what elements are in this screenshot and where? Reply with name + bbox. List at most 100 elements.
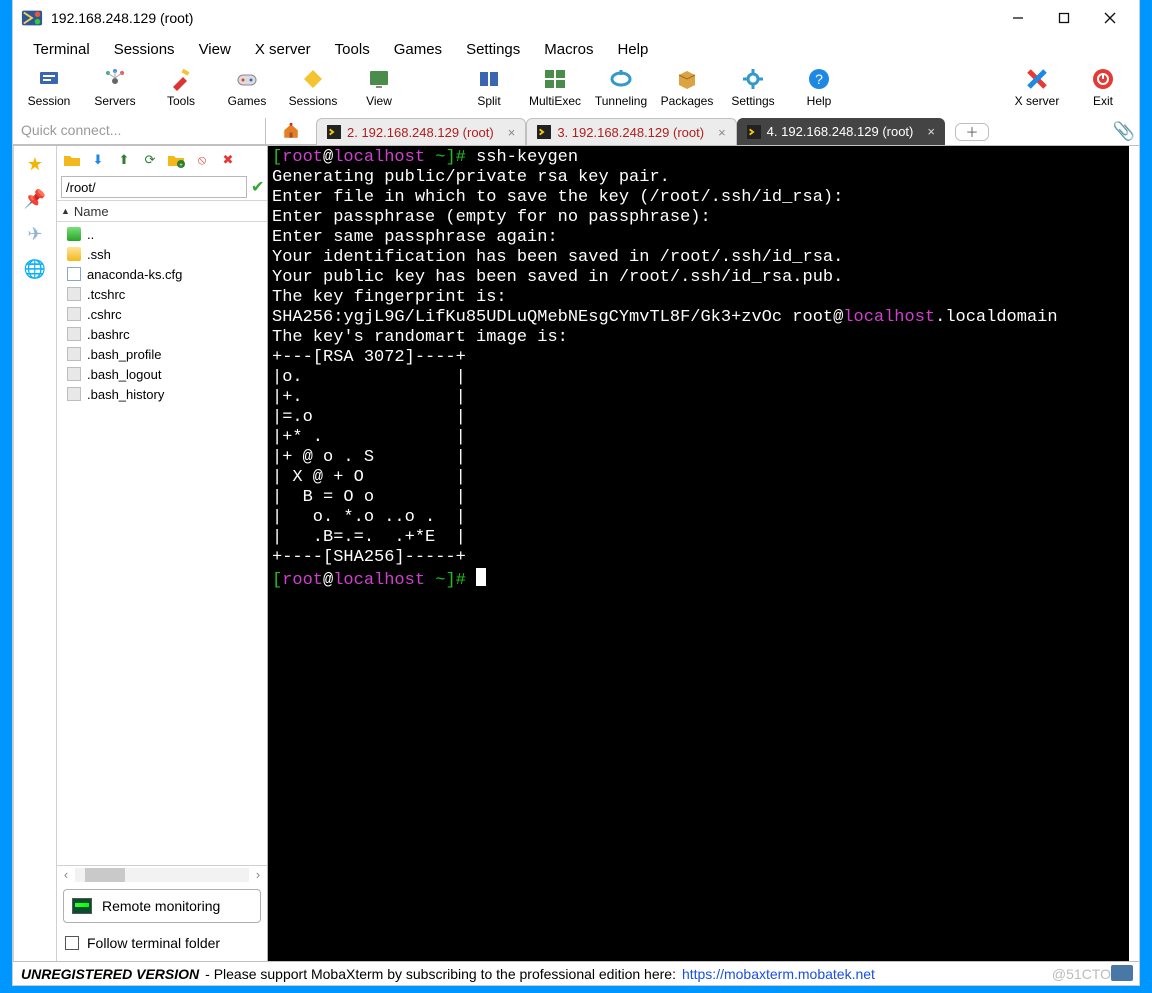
- tool-exit[interactable]: Exit: [1077, 66, 1129, 108]
- title-bar: 192.168.248.129 (root): [13, 0, 1139, 36]
- menu-settings[interactable]: Settings: [456, 39, 530, 60]
- tool-help[interactable]: ?Help: [793, 66, 845, 108]
- tab-close-icon[interactable]: ×: [718, 125, 726, 140]
- tab-home[interactable]: [266, 118, 316, 145]
- path-ok-icon: ✔: [251, 177, 264, 197]
- globe-icon[interactable]: 🌐: [23, 259, 47, 280]
- monitor-icon: [72, 898, 92, 914]
- list-item[interactable]: .cshrc: [67, 304, 267, 324]
- file-icon: [67, 287, 81, 301]
- file-icon: [67, 367, 81, 381]
- folder-open-icon[interactable]: [63, 151, 81, 169]
- svg-text:+: +: [179, 163, 183, 169]
- main-toolbar: Session Servers Tools Games Sessions Vie…: [13, 62, 1139, 118]
- terminal-scrollbar[interactable]: [1129, 146, 1139, 961]
- paperclip-icon[interactable]: 📎: [1109, 118, 1139, 145]
- status-bar: UNREGISTERED VERSION - Please support Mo…: [13, 961, 1139, 985]
- tool-session[interactable]: Session: [23, 66, 75, 108]
- send-icon[interactable]: ✈: [23, 224, 47, 245]
- folder-up-icon: [67, 227, 81, 241]
- tool-servers[interactable]: Servers: [89, 66, 141, 108]
- tool-view[interactable]: View: [353, 66, 405, 108]
- menu-sessions[interactable]: Sessions: [104, 39, 185, 60]
- path-input[interactable]: [61, 176, 247, 198]
- tool-packages[interactable]: Packages: [661, 66, 713, 108]
- upload-icon[interactable]: ⬆: [115, 151, 133, 169]
- file-panel: ⬇ ⬆ ⟳ + ⦸ ✖ ✔ ▲Name .. .ssh anaconda-ks.…: [57, 146, 268, 961]
- checkbox-icon[interactable]: [65, 936, 79, 950]
- tool-settings[interactable]: Settings: [727, 66, 779, 108]
- tab-bar: Quick connect... 2. 192.168.248.129 (roo…: [13, 118, 1139, 146]
- favorite-icon[interactable]: ★: [23, 154, 47, 175]
- file-list: .. .ssh anaconda-ks.cfg .tcshrc .cshrc .…: [57, 222, 267, 865]
- terminal-icon: [537, 125, 551, 139]
- terminal-icon: [327, 125, 341, 139]
- file-icon: [67, 327, 81, 341]
- menu-bar: Terminal Sessions View X server Tools Ga…: [13, 36, 1139, 62]
- download-icon[interactable]: ⬇: [89, 151, 107, 169]
- tool-games[interactable]: Games: [221, 66, 273, 108]
- tool-multiexec[interactable]: MultiExec: [529, 66, 581, 108]
- tool-tunneling[interactable]: Tunneling: [595, 66, 647, 108]
- maximize-button[interactable]: [1041, 3, 1087, 33]
- refresh-icon[interactable]: ⟳: [141, 151, 159, 169]
- path-bar: ✔: [57, 174, 267, 200]
- content-area: ★ 📌 ✈ 🌐 ⬇ ⬆ ⟳ + ⦸ ✖ ✔ ▲Name .. .ssh: [13, 146, 1139, 961]
- svg-text:?: ?: [815, 71, 823, 87]
- file-icon: [67, 347, 81, 361]
- close-button[interactable]: [1087, 3, 1133, 33]
- status-link[interactable]: https://mobaxterm.mobatek.net: [682, 966, 875, 982]
- tool-split[interactable]: Split: [463, 66, 515, 108]
- watermark: @51CTO: [1052, 966, 1111, 982]
- terminal[interactable]: [root@localhost ~]# ssh-keygen Generatin…: [268, 146, 1129, 961]
- tool-sessions[interactable]: Sessions: [287, 66, 339, 108]
- delete-icon[interactable]: ✖: [219, 151, 237, 169]
- file-icon: [67, 267, 81, 281]
- stop-icon[interactable]: ⦸: [193, 151, 211, 169]
- horizontal-scrollbar[interactable]: ‹›: [57, 865, 267, 883]
- app-icon: [21, 7, 43, 29]
- file-icon: [67, 307, 81, 321]
- tab-close-icon[interactable]: ×: [508, 125, 516, 140]
- menu-view[interactable]: View: [189, 39, 241, 60]
- menu-macros[interactable]: Macros: [534, 39, 603, 60]
- app-window: 192.168.248.129 (root) Terminal Sessions…: [13, 0, 1139, 985]
- monitor-tray-icon[interactable]: [1111, 965, 1133, 981]
- tab-4[interactable]: 4. 192.168.248.129 (root) ×: [737, 118, 945, 145]
- status-message: - Please support MobaXterm by subscribin…: [205, 966, 676, 982]
- tab-3[interactable]: 3. 192.168.248.129 (root) ×: [526, 118, 736, 145]
- new-folder-icon[interactable]: +: [167, 151, 185, 169]
- window-title: 192.168.248.129 (root): [51, 10, 995, 26]
- list-item[interactable]: .bash_profile: [67, 344, 267, 364]
- menu-tools[interactable]: Tools: [325, 39, 380, 60]
- follow-terminal-option[interactable]: Follow terminal folder: [57, 929, 267, 961]
- cursor: [476, 568, 486, 586]
- terminal-icon: [747, 125, 761, 139]
- tab-2[interactable]: 2. 192.168.248.129 (root) ×: [316, 118, 526, 145]
- file-panel-toolbar: ⬇ ⬆ ⟳ + ⦸ ✖: [57, 146, 267, 174]
- list-item[interactable]: .bash_logout: [67, 364, 267, 384]
- add-tab-button[interactable]: ＋: [955, 123, 989, 141]
- folder-icon: [67, 247, 81, 261]
- minimize-button[interactable]: [995, 3, 1041, 33]
- tool-xserver[interactable]: X server: [1011, 66, 1063, 108]
- file-list-header[interactable]: ▲Name: [57, 200, 267, 222]
- list-item[interactable]: anaconda-ks.cfg: [67, 264, 267, 284]
- unregistered-label: UNREGISTERED VERSION: [21, 966, 199, 982]
- list-item[interactable]: .ssh: [67, 244, 267, 264]
- side-strip: ★ 📌 ✈ 🌐: [13, 146, 57, 961]
- quick-connect-input[interactable]: Quick connect...: [13, 118, 266, 145]
- menu-games[interactable]: Games: [384, 39, 452, 60]
- menu-help[interactable]: Help: [607, 39, 658, 60]
- terminal-wrap: [root@localhost ~]# ssh-keygen Generatin…: [268, 146, 1139, 961]
- list-item[interactable]: .bash_history: [67, 384, 267, 404]
- remote-monitoring-button[interactable]: Remote monitoring: [63, 889, 261, 923]
- list-item[interactable]: .tcshrc: [67, 284, 267, 304]
- tab-close-icon[interactable]: ×: [927, 124, 935, 139]
- list-item[interactable]: .bashrc: [67, 324, 267, 344]
- tool-tools[interactable]: Tools: [155, 66, 207, 108]
- pin-icon[interactable]: 📌: [23, 189, 47, 210]
- list-item[interactable]: ..: [67, 224, 267, 244]
- menu-xserver[interactable]: X server: [245, 39, 321, 60]
- menu-terminal[interactable]: Terminal: [23, 39, 100, 60]
